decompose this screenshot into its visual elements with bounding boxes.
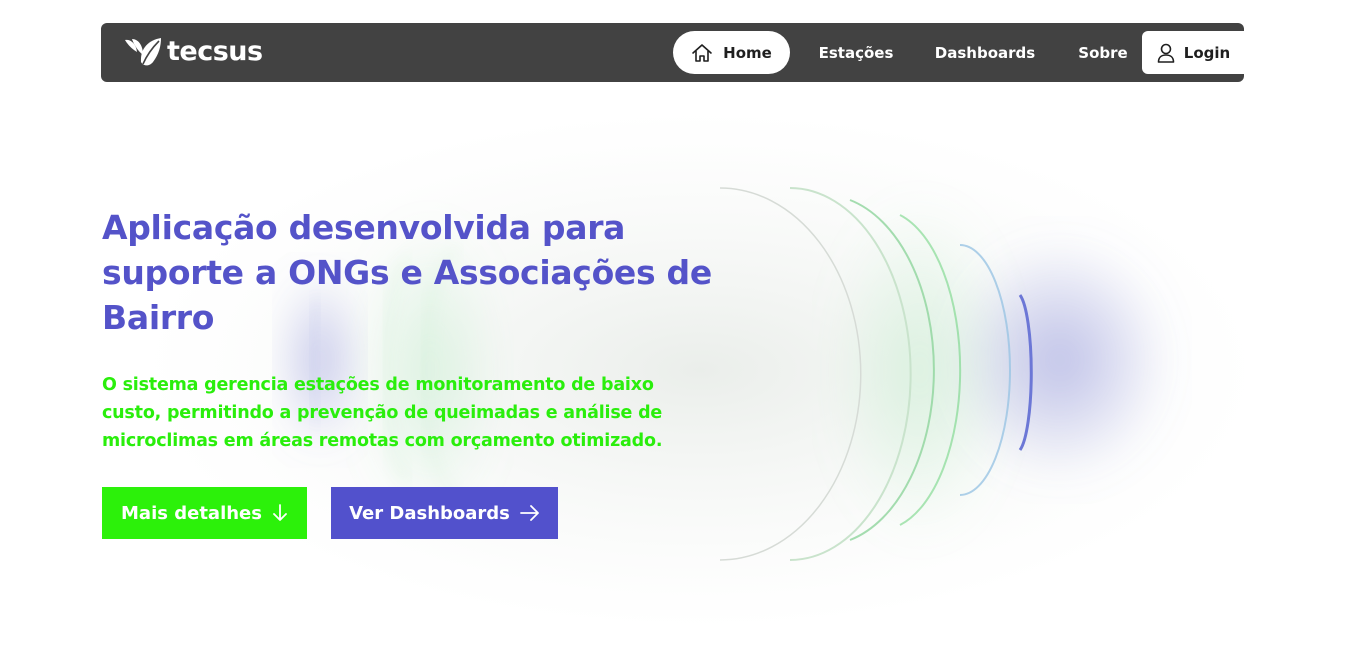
leaf-icon [125, 38, 161, 66]
brand-logo[interactable]: tecsus [123, 35, 263, 69]
hero-title: Aplicação desenvolvida para suporte a ON… [102, 208, 712, 337]
arrow-down-icon [272, 504, 288, 522]
nav-home[interactable]: Home [673, 31, 790, 74]
arrow-right-icon [519, 505, 540, 521]
hero-description: O sistema gerencia estações de monitoram… [102, 375, 663, 451]
nav-home-label: Home [723, 43, 772, 62]
details-button-label: Mais detalhes [121, 502, 262, 524]
nav-stations[interactable]: Estações [809, 31, 903, 74]
top-navbar: tecsus Home Estações Dashboards Sobre Lo… [101, 23, 1244, 82]
page: tecsus Home Estações Dashboards Sobre Lo… [0, 0, 1345, 645]
nav-stations-label: Estações [818, 43, 894, 62]
brand-name: tecsus [167, 36, 263, 67]
nav-dashboards-label: Dashboards [934, 43, 1036, 62]
login-label: Login [1183, 43, 1231, 62]
home-icon [691, 43, 713, 63]
details-button[interactable]: Mais detalhes [102, 487, 307, 539]
nav-about[interactable]: Sobre [1071, 31, 1135, 74]
glow-right-green [830, 200, 1010, 540]
nav-dashboards[interactable]: Dashboards [927, 31, 1043, 74]
login-button[interactable]: Login [1142, 31, 1244, 74]
view-dashboards-button[interactable]: Ver Dashboards [331, 487, 558, 539]
user-icon [1156, 42, 1176, 64]
view-dashboards-button-label: Ver Dashboards [349, 502, 510, 524]
nav-about-label: Sobre [1078, 43, 1128, 62]
